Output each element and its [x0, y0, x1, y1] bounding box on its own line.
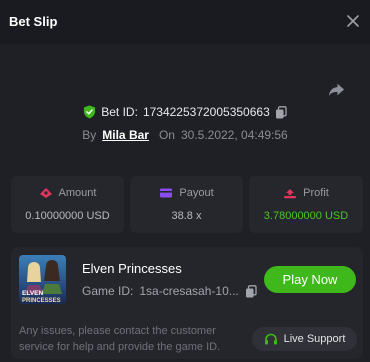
- payout-icon: [160, 188, 173, 198]
- thumb-title-2: PRINCESSES: [22, 298, 61, 304]
- bet-datetime: 30.5.2022, 04:49:56: [180, 128, 288, 142]
- share-icon[interactable]: [327, 80, 346, 99]
- modal-title: Bet Slip: [9, 14, 58, 29]
- stat-amount: Amount 0.10000000 USD: [11, 176, 124, 233]
- game-thumbnail[interactable]: ELVEN PRINCESSES: [19, 255, 66, 304]
- user-link[interactable]: Mila Bar: [102, 128, 149, 142]
- stat-payout-label: Payout: [179, 187, 214, 199]
- by-label: By: [82, 128, 97, 142]
- game-card: ELVEN PRINCESSES Elven Princesses Game I…: [11, 247, 363, 359]
- stat-profit: Profit 3.78000000 USD: [249, 176, 363, 233]
- stat-profit-value: 3.78000000 USD: [263, 210, 349, 222]
- bet-id-label: Bet ID:: [101, 105, 138, 119]
- game-id-label: Game ID:: [82, 284, 134, 298]
- live-support-button[interactable]: Live Support: [252, 327, 357, 351]
- profit-icon: [284, 189, 297, 199]
- stat-payout-value: 38.8 x: [171, 210, 202, 222]
- game-id-value: 1sa-cresasah-10...: [139, 284, 239, 298]
- play-now-button[interactable]: Play Now: [264, 266, 356, 293]
- copy-icon[interactable]: [275, 105, 287, 119]
- amount-icon: [39, 188, 52, 198]
- support-notice: Any issues, please contact the customer …: [19, 325, 221, 353]
- stat-payout: Payout 38.8 x: [130, 176, 243, 233]
- stat-amount-value: 0.10000000 USD: [25, 210, 110, 222]
- close-icon[interactable]: [346, 14, 360, 28]
- bet-slip-header: Bet Slip: [0, 0, 370, 44]
- game-id-row: Game ID: 1sa-cresasah-10...: [82, 284, 257, 298]
- copy-game-id-icon[interactable]: [245, 284, 257, 298]
- shield-check-icon: [84, 105, 96, 119]
- stat-profit-label: Profit: [303, 187, 329, 199]
- live-support-label: Live Support: [283, 333, 346, 345]
- bet-id-value: 1734225372005350663: [142, 105, 270, 119]
- on-label: On: [158, 128, 175, 142]
- headset-icon: [264, 333, 277, 344]
- game-name: Elven Princesses: [82, 261, 182, 276]
- thumb-title-1: ELVEN: [22, 290, 43, 297]
- stat-amount-label: Amount: [58, 187, 97, 199]
- bet-author-row: By Mila Bar On 30.5.2022, 04:49:56: [0, 128, 370, 142]
- bet-id-row: Bet ID: 1734225372005350663: [0, 105, 370, 123]
